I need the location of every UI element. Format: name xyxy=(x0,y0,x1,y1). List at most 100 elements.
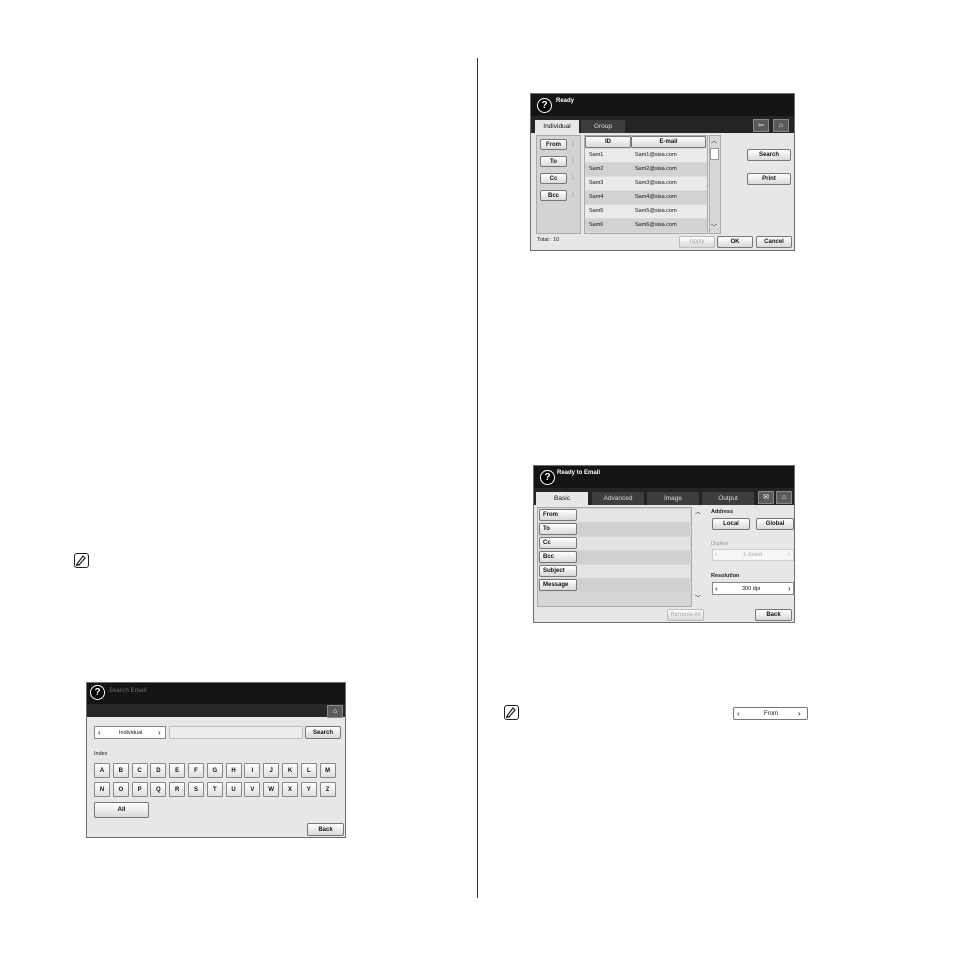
type-selector[interactable]: ‹ Individual › xyxy=(94,726,166,739)
to-button[interactable]: To xyxy=(540,156,567,167)
index-key-e[interactable]: E xyxy=(169,763,186,778)
from-button[interactable]: From xyxy=(540,139,567,150)
index-key-w[interactable]: W xyxy=(263,782,280,797)
index-key-k[interactable]: K xyxy=(282,763,298,778)
duplex-label: Duplex xyxy=(711,541,729,547)
help-icon[interactable]: ? xyxy=(540,470,555,485)
column-header-email[interactable]: E-mail xyxy=(631,136,706,148)
local-button[interactable]: Local xyxy=(712,518,750,530)
print-button[interactable]: Print xyxy=(747,173,791,185)
global-button[interactable]: Global xyxy=(756,518,794,530)
home-icon[interactable]: ⌂ xyxy=(776,491,792,504)
table-row[interactable]: Sam2 Sam2@sisa.com xyxy=(585,163,707,176)
help-icon[interactable]: ? xyxy=(90,685,105,700)
table-row[interactable]: Sam5 Sam5@sisa.com xyxy=(585,205,707,218)
index-label: Index xyxy=(94,751,108,757)
tab-output[interactable]: Output xyxy=(702,492,754,505)
index-key-s[interactable]: S xyxy=(188,782,204,797)
index-key-i[interactable]: I xyxy=(244,763,261,778)
scroll-down-icon[interactable]: ﹀ xyxy=(695,593,701,602)
cc-button[interactable]: Cc xyxy=(540,173,567,184)
index-key-c[interactable]: C xyxy=(131,763,148,778)
table-row[interactable]: Sam4 Sam4@sisa.com xyxy=(585,191,707,204)
cc-field-button[interactable]: Cc xyxy=(539,537,577,549)
from-selector-widget[interactable]: ‹ From › xyxy=(733,707,808,720)
search-input[interactable] xyxy=(169,726,303,739)
table-row[interactable]: Sam6 Sam6@sisa.com xyxy=(585,219,707,232)
index-key-v[interactable]: V xyxy=(244,782,261,797)
chevron-right-icon[interactable]: › xyxy=(158,728,161,737)
column-header-id[interactable]: ID xyxy=(585,136,631,148)
chevron-left-icon[interactable]: ‹ xyxy=(737,709,740,718)
chevron-right-icon[interactable]: › xyxy=(788,551,790,558)
index-key-d[interactable]: D xyxy=(150,763,167,778)
home-icon[interactable]: ⌂ xyxy=(327,705,343,718)
ok-button[interactable]: OK xyxy=(717,236,753,248)
index-key-b[interactable]: B xyxy=(112,763,129,778)
tab-basic[interactable]: Basic xyxy=(536,492,588,505)
bcc-button[interactable]: Bcc xyxy=(540,190,567,201)
note-icon xyxy=(504,705,519,720)
to-field-button[interactable]: To xyxy=(539,523,577,535)
subject-field-button[interactable]: Subject xyxy=(539,565,577,577)
chevron-left-icon[interactable]: ‹ xyxy=(715,584,718,593)
index-key-f[interactable]: F xyxy=(188,763,204,778)
duplex-selector[interactable]: ‹ 1-Sided › xyxy=(712,549,794,561)
resolution-selector[interactable]: ‹ 300 dpi › xyxy=(712,582,794,595)
chevron-right-icon[interactable]: › xyxy=(788,584,791,593)
screen-title: Ready to Email xyxy=(557,470,601,476)
from-field-button[interactable]: From xyxy=(539,509,577,521)
job-status-icon[interactable]: ✉ xyxy=(758,491,774,504)
tab-individual[interactable]: Individual xyxy=(535,120,579,133)
back-button[interactable]: Back xyxy=(755,609,792,621)
back-arrow-icon[interactable]: ⇦ xyxy=(753,119,769,132)
index-key-u[interactable]: U xyxy=(225,782,242,797)
chevron-right-icon[interactable]: › xyxy=(798,709,801,718)
table-scrollbar[interactable]: ︿ ﹀ xyxy=(709,135,721,234)
scroll-thumb[interactable] xyxy=(710,148,719,160)
index-key-g[interactable]: G xyxy=(206,763,223,778)
tab-advanced[interactable]: Advanced xyxy=(592,492,644,505)
search-button[interactable]: Search xyxy=(747,149,791,161)
title-bar: ? Ready xyxy=(531,94,794,116)
index-key-z[interactable]: Z xyxy=(319,782,336,797)
arrow-down-icon: ⇩ xyxy=(570,158,576,165)
index-key-a[interactable]: A xyxy=(94,763,110,778)
table-row[interactable]: Sam1 Sam1@sisa.com xyxy=(585,149,707,162)
index-key-j[interactable]: J xyxy=(263,763,280,778)
index-key-h[interactable]: H xyxy=(225,763,242,778)
message-field-button[interactable]: Message xyxy=(539,579,577,591)
index-key-l[interactable]: L xyxy=(300,763,317,778)
help-icon[interactable]: ? xyxy=(537,98,552,113)
home-icon[interactable]: ⌂ xyxy=(773,119,789,132)
index-key-m[interactable]: M xyxy=(319,763,336,778)
cancel-button[interactable]: Cancel xyxy=(756,236,792,248)
index-key-t[interactable]: T xyxy=(206,782,223,797)
index-key-y[interactable]: Y xyxy=(300,782,317,797)
bcc-field-button[interactable]: Bcc xyxy=(539,551,577,563)
index-key-x[interactable]: X xyxy=(282,782,298,797)
resolution-label: Resolution xyxy=(711,573,740,579)
screen-title: Search Email xyxy=(109,688,147,694)
back-button[interactable]: Back xyxy=(307,823,344,836)
title-bar: ? Ready to Email xyxy=(534,466,794,488)
apply-button[interactable]: Apply xyxy=(679,236,715,248)
index-key-o[interactable]: O xyxy=(112,782,129,797)
remove-all-button[interactable]: Remove All xyxy=(667,609,704,621)
tab-image[interactable]: Image xyxy=(647,492,699,505)
index-key-r[interactable]: R xyxy=(169,782,186,797)
list-scrollbar[interactable]: ︿ ﹀ xyxy=(694,507,704,605)
index-key-n[interactable]: N xyxy=(94,782,110,797)
all-button[interactable]: All xyxy=(94,802,149,818)
scroll-down-icon[interactable]: ﹀ xyxy=(711,222,717,231)
index-key-p[interactable]: P xyxy=(131,782,148,797)
scroll-up-icon[interactable]: ︿ xyxy=(711,136,717,145)
chevron-left-icon[interactable]: ‹ xyxy=(98,728,101,737)
chevron-left-icon[interactable]: ‹ xyxy=(715,551,717,558)
scroll-up-icon[interactable]: ︿ xyxy=(695,507,701,516)
toolbar-strip: ⌂ xyxy=(87,704,345,718)
tab-group[interactable]: Group xyxy=(581,120,625,133)
table-row[interactable]: Sam3 Sam3@sisa.com xyxy=(585,177,707,190)
index-key-q[interactable]: Q xyxy=(150,782,167,797)
search-button[interactable]: Search xyxy=(305,726,341,739)
